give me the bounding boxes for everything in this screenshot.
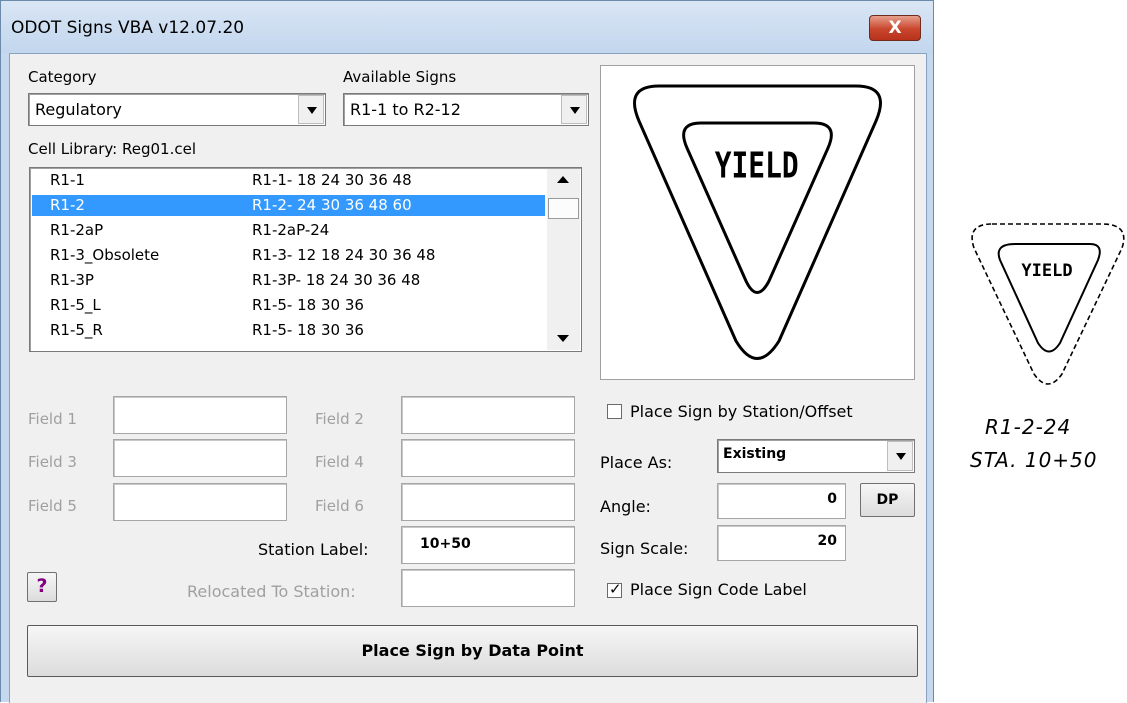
sign-sizes: R1-2- 24 30 36 48 60 xyxy=(252,196,412,214)
cad-yield-sign: YIELD xyxy=(971,223,1125,385)
sign-sizes: R1-2aP-24 xyxy=(252,221,330,239)
cad-station-label: STA. 10+50 xyxy=(970,448,1098,472)
cell-library-label: Cell Library: Reg01.cel xyxy=(28,140,196,158)
sign-code: R1-3P xyxy=(50,271,94,289)
close-icon: X xyxy=(888,18,902,38)
field5-label: Field 5 xyxy=(28,497,77,515)
code-label-label: Place Sign Code Label xyxy=(630,580,807,599)
close-button[interactable]: X xyxy=(869,15,921,41)
preview-sign-text: YIELD xyxy=(715,144,799,186)
category-value: Regulatory xyxy=(35,100,122,119)
field4-label: Field 4 xyxy=(315,453,364,471)
list-item[interactable]: R1-5_L R1-5- 18 30 36 xyxy=(32,295,545,316)
sign-code: R1-5_R xyxy=(50,321,103,339)
cad-sign-graphic: YIELD xyxy=(962,216,1127,391)
help-button[interactable]: ? xyxy=(27,572,57,602)
field3-input[interactable] xyxy=(113,439,287,477)
sign-preview: YIELD xyxy=(600,65,915,380)
sign-sizes: R1-5- 18 30 36 xyxy=(252,321,364,339)
checkmark-icon: ✓ xyxy=(609,580,622,598)
chevron-down-icon[interactable] xyxy=(887,441,913,471)
angle-label: Angle: xyxy=(600,497,651,516)
list-item[interactable]: R1-3_Obsolete R1-3- 12 18 24 30 36 48 xyxy=(32,245,545,266)
yield-sign-preview: YIELD xyxy=(633,84,882,360)
cad-code-label: R1-2-24 xyxy=(985,415,1072,439)
place-sign-button[interactable]: Place Sign by Data Point xyxy=(27,625,918,677)
field5-input[interactable] xyxy=(113,483,287,521)
sign-sizes: R1-5- 18 30 36 xyxy=(252,296,364,314)
relocated-input[interactable] xyxy=(401,569,575,607)
station-label-value: 10+50 xyxy=(420,536,471,552)
available-signs-value: R1-1 to R2-12 xyxy=(350,100,461,119)
help-icon: ? xyxy=(36,575,48,597)
list-item[interactable]: R1-1 R1-1- 18 24 30 36 48 xyxy=(32,170,545,191)
list-item[interactable]: R1-5_R R1-5- 18 30 36 xyxy=(32,320,545,341)
cad-sign-text: YIELD xyxy=(1021,261,1072,281)
sign-code: R1-1 xyxy=(50,171,85,189)
scroll-up-icon[interactable] xyxy=(547,169,580,191)
station-offset-checkbox[interactable] xyxy=(607,404,622,419)
field1-label: Field 1 xyxy=(28,410,77,428)
angle-input[interactable]: 0 xyxy=(717,483,846,519)
station-offset-label: Place Sign by Station/Offset xyxy=(630,402,853,421)
list-item[interactable]: R1-2aP R1-2aP-24 xyxy=(32,220,545,241)
sign-code: R1-2 xyxy=(50,196,85,214)
field4-input[interactable] xyxy=(401,439,575,477)
field2-label: Field 2 xyxy=(315,410,364,428)
station-label-label: Station Label: xyxy=(258,540,369,559)
angle-value: 0 xyxy=(827,491,837,507)
field6-label: Field 6 xyxy=(315,497,364,515)
sign-sizes: R1-3P- 18 24 30 36 48 xyxy=(252,271,421,289)
scroll-thumb[interactable] xyxy=(548,198,579,219)
place-as-dropdown[interactable]: Existing xyxy=(717,439,915,473)
list-scrollbar[interactable] xyxy=(547,169,580,350)
sign-scale-input[interactable]: 20 xyxy=(717,525,846,561)
place-as-label: Place As: xyxy=(600,453,673,472)
category-label: Category xyxy=(28,68,97,86)
scroll-down-icon[interactable] xyxy=(547,328,580,350)
place-sign-button-label: Place Sign by Data Point xyxy=(361,641,584,660)
dialog-body: Category Regulatory Available Signs R1-1… xyxy=(9,53,927,703)
field1-input[interactable] xyxy=(113,396,287,434)
sign-scale-label: Sign Scale: xyxy=(600,539,689,558)
field2-input[interactable] xyxy=(401,396,575,434)
available-signs-dropdown[interactable]: R1-1 to R2-12 xyxy=(343,93,589,126)
dialog-window: ODOT Signs VBA v12.07.20 X Category Regu… xyxy=(0,0,934,703)
field3-label: Field 3 xyxy=(28,453,77,471)
field6-input[interactable] xyxy=(401,483,575,521)
sign-sizes: R1-3- 12 18 24 30 36 48 xyxy=(252,246,436,264)
sign-listbox[interactable]: R1-1 R1-1- 18 24 30 36 48 R1-2 R1-2- 24 … xyxy=(29,167,582,352)
chevron-down-icon[interactable] xyxy=(298,95,324,124)
sign-code: R1-3_Obsolete xyxy=(50,246,160,264)
sign-code: R1-2aP xyxy=(50,221,104,239)
place-as-value: Existing xyxy=(723,446,787,462)
available-signs-label: Available Signs xyxy=(343,68,457,86)
chevron-down-icon[interactable] xyxy=(561,95,587,124)
sign-sizes: R1-1- 18 24 30 36 48 xyxy=(252,171,412,189)
title-bar[interactable]: ODOT Signs VBA v12.07.20 X xyxy=(1,1,933,53)
dp-button[interactable]: DP xyxy=(860,483,915,517)
dp-button-label: DP xyxy=(876,492,899,508)
list-item-selected[interactable]: R1-2 R1-2- 24 30 36 48 60 xyxy=(32,195,545,216)
station-label-input[interactable]: 10+50 xyxy=(401,526,575,564)
sign-code: R1-5_L xyxy=(50,296,101,314)
category-dropdown[interactable]: Regulatory xyxy=(28,93,326,126)
relocated-label: Relocated To Station: xyxy=(187,582,356,601)
window-title: ODOT Signs VBA v12.07.20 xyxy=(11,18,245,38)
sign-scale-value: 20 xyxy=(817,533,837,549)
list-item[interactable]: R1-3P R1-3P- 18 24 30 36 48 xyxy=(32,270,545,291)
code-label-checkbox[interactable]: ✓ xyxy=(607,580,622,598)
